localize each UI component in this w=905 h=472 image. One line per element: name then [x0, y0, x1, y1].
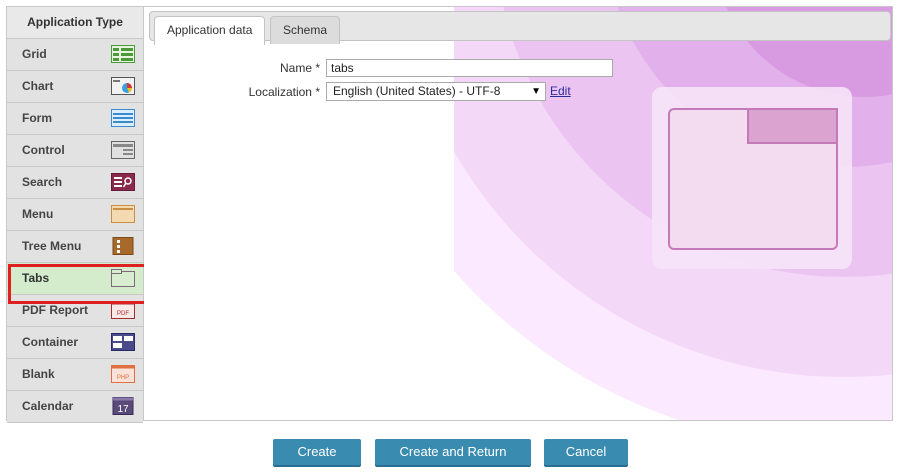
control-icon: [111, 141, 135, 159]
form-icon: [111, 109, 135, 127]
sidebar-item-label: Menu: [22, 207, 54, 221]
container-icon: [111, 333, 135, 351]
tab-bar: Application data Schema: [149, 11, 891, 45]
sidebar-item-label: Grid: [22, 47, 47, 61]
pdf-report-icon: PDF: [111, 301, 135, 319]
sidebar-item-label: Blank: [22, 367, 55, 381]
localization-value: English (United States) - UTF-8: [333, 84, 501, 98]
sidebar-item-menu[interactable]: Menu: [7, 199, 143, 231]
calendar-icon: 17: [112, 397, 134, 415]
sidebar-item-control[interactable]: Control: [7, 135, 143, 167]
main-panel: Application data Schema Name * Localizat…: [144, 7, 892, 420]
sidebar-item-calendar[interactable]: Calendar 17: [7, 391, 143, 423]
sidebar-item-chart[interactable]: Chart: [7, 71, 143, 103]
application-type-sidebar: Application Type Grid Chart Form Control…: [7, 7, 144, 423]
tab-application-data[interactable]: Application data: [154, 16, 266, 45]
sidebar-item-tabs[interactable]: Tabs: [7, 263, 143, 295]
sidebar-item-form[interactable]: Form: [7, 103, 143, 135]
sidebar-item-label: Calendar: [22, 399, 74, 413]
tabs-icon: [111, 269, 135, 287]
blank-icon: PHP: [111, 365, 135, 383]
sidebar-item-label: Search: [22, 175, 63, 189]
tree-menu-icon: [112, 237, 134, 255]
sidebar-item-search[interactable]: Search: [7, 167, 143, 199]
edit-link[interactable]: Edit: [550, 84, 571, 98]
name-label: Name *: [279, 61, 320, 75]
menu-icon: [111, 205, 135, 223]
search-icon: [111, 173, 135, 191]
sidebar-item-grid[interactable]: Grid: [7, 39, 143, 71]
sidebar-item-label: Tree Menu: [22, 239, 82, 253]
sidebar-item-container[interactable]: Container: [7, 327, 143, 359]
sidebar-item-tree-menu[interactable]: Tree Menu: [7, 231, 143, 263]
svg-text:17: 17: [117, 404, 129, 415]
create-and-return-button[interactable]: Create and Return: [375, 439, 531, 465]
localization-select[interactable]: English (United States) - UTF-8 ▼: [326, 82, 546, 101]
sidebar-item-pdf-report[interactable]: PDF Report PDF: [7, 295, 143, 327]
create-button[interactable]: Create: [273, 439, 361, 465]
sidebar-header: Application Type: [7, 7, 143, 39]
sidebar-item-blank[interactable]: Blank PHP: [7, 359, 143, 391]
chart-icon: [111, 77, 135, 95]
sidebar-item-label: Form: [22, 111, 52, 125]
sidebar-item-label: Control: [22, 143, 65, 157]
sidebar-item-label: PDF Report: [22, 303, 88, 317]
tab-schema[interactable]: Schema: [270, 16, 341, 44]
app-window: Application Type Grid Chart Form Control…: [6, 6, 893, 423]
svg-text:PDF: PDF: [117, 311, 129, 317]
grid-icon: [111, 45, 135, 63]
cancel-button[interactable]: Cancel: [544, 439, 628, 465]
svg-text:PHP: PHP: [117, 375, 129, 381]
name-input[interactable]: [326, 59, 613, 77]
sidebar-item-label: Tabs: [22, 271, 50, 285]
sidebar-item-label: Chart: [22, 79, 54, 93]
dropdown-arrow-icon: ▼: [531, 86, 541, 97]
localization-label: Localization *: [248, 85, 320, 99]
sidebar-item-label: Container: [22, 335, 79, 349]
tabs-illustration: [652, 87, 852, 269]
